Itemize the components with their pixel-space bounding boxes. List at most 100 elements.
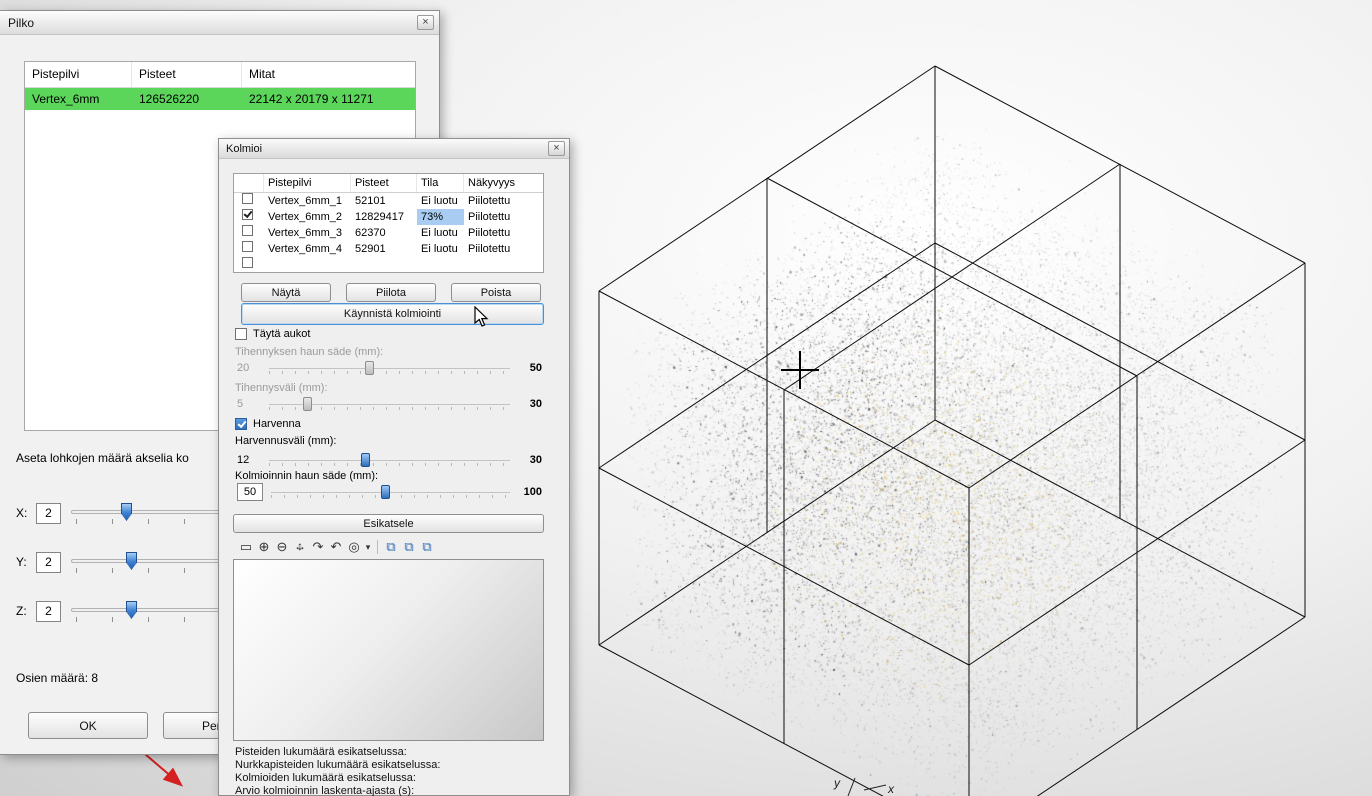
table-row[interactable]: Vertex_6mm_4 52901 Ei luotu Piilotettu — [234, 241, 543, 257]
triangulation-radius-label: Kolmioinnin haun säde (mm): — [235, 470, 378, 482]
cell-state: Ei luotu — [417, 193, 464, 209]
fill-holes-checkbox[interactable] — [235, 328, 247, 340]
column-header-checkbox[interactable] — [234, 174, 264, 192]
row-checkbox[interactable] — [242, 241, 253, 252]
slider-ticks — [269, 463, 510, 466]
zoom-out-icon[interactable]: ⊖ — [273, 539, 291, 555]
pan-icon[interactable]: ↔ ↕ — [291, 538, 309, 556]
parts-count-label: Osien määrä: 8 — [16, 671, 98, 685]
thin-checkbox-checked[interactable] — [235, 418, 247, 430]
slider-ticks — [269, 371, 510, 374]
select-rectangle-icon[interactable]: ▭ — [237, 539, 255, 555]
column-header-pisteet[interactable]: Pisteet — [351, 174, 417, 192]
toolbar-separator — [377, 540, 378, 554]
triangulation-preview-area[interactable] — [233, 559, 544, 741]
copy-view-icon[interactable]: ⧉ — [382, 539, 400, 555]
slider-max-value: 100 — [516, 486, 542, 498]
pilko-titlebar[interactable]: Pilko × — [0, 11, 439, 35]
row-checkbox[interactable] — [242, 257, 253, 268]
densify-spacing-slider-row: 5 30 — [237, 396, 542, 412]
slider-thumb[interactable] — [365, 361, 374, 375]
kolmioi-dialog: Kolmioi × Pistepilvi Pisteet Tila Näkyvy… — [218, 138, 570, 796]
stat-points-label: Pisteiden lukumäärä esikatselussa: — [235, 746, 440, 759]
pilko-title: Pilko — [8, 16, 34, 30]
kolmioi-point-cloud-table: Pistepilvi Pisteet Tila Näkyvyys Vertex_… — [233, 173, 544, 273]
cell-name: Vertex_6mm_2 — [264, 209, 351, 225]
column-header-pistepilvi[interactable]: Pistepilvi — [25, 62, 132, 87]
table-row-partial[interactable] — [234, 257, 543, 273]
ok-button[interactable]: OK — [28, 712, 148, 739]
cell-state: Ei luotu — [417, 225, 464, 241]
slider-line — [269, 368, 510, 369]
kolmioi-close-button[interactable]: × — [548, 141, 565, 156]
slider-max-value: 50 — [516, 362, 542, 374]
triangulation-radius-slider[interactable] — [271, 484, 510, 500]
table-row[interactable]: Vertex_6mm_3 62370 Ei luotu Piilotettu — [234, 225, 543, 241]
column-header-pistepilvi[interactable]: Pistepilvi — [264, 174, 351, 192]
cell-visibility: Piilotettu — [464, 241, 543, 257]
fill-holes-row: Täytä aukot — [235, 328, 310, 340]
show-button[interactable]: Näytä — [241, 283, 331, 302]
rotate-cw-icon[interactable]: ↷ — [309, 539, 327, 555]
cell-points: 62370 — [351, 225, 417, 241]
thin-spacing-slider[interactable] — [269, 452, 510, 468]
triangulation-radius-value-field[interactable]: 50 — [237, 483, 263, 501]
densify-radius-label: Tihennyksen haun säde (mm): — [235, 346, 383, 358]
densify-spacing-slider[interactable] — [269, 396, 510, 412]
cell-name: Vertex_6mm_1 — [264, 193, 351, 209]
hide-button[interactable]: Piilota — [346, 283, 436, 302]
z-axis-value-field[interactable]: 2 — [36, 601, 61, 622]
y-axis-value-field[interactable]: 2 — [36, 552, 61, 573]
slider-thumb[interactable] — [303, 397, 312, 411]
slider-min-value: 12 — [237, 454, 263, 466]
cell-state-progress: 73% — [417, 209, 464, 225]
cell-points: 12829417 — [351, 209, 417, 225]
pilko-table-header: Pistepilvi Pisteet Mitat — [25, 62, 415, 88]
start-triangulation-button[interactable]: Käynnistä kolmiointi — [241, 303, 544, 325]
slider-thumb[interactable] — [381, 485, 390, 499]
row-checkbox-checked[interactable] — [242, 209, 253, 220]
table-row-selected[interactable]: Vertex_6mm 126526220 22142 x 20179 x 112… — [25, 88, 415, 110]
rotate-ccw-icon[interactable]: ↶ — [327, 539, 345, 555]
fit-view-dropdown-icon[interactable]: ▾ — [363, 542, 373, 553]
column-header-pisteet[interactable]: Pisteet — [132, 62, 242, 87]
kolmioi-titlebar[interactable]: Kolmioi × — [219, 139, 569, 159]
stat-triangles-label: Kolmioiden lukumäärä esikatselussa: — [235, 772, 440, 785]
stat-time-estimate-label: Arvio kolmioinnin laskenta-ajasta (s): — [235, 785, 440, 796]
densify-radius-slider-row: 20 50 — [237, 360, 542, 376]
delete-button[interactable]: Poista — [451, 283, 541, 302]
slider-max-value: 30 — [516, 454, 542, 466]
copy-view-icon[interactable]: ⧉ — [418, 539, 436, 555]
column-header-mitat[interactable]: Mitat — [242, 62, 415, 87]
preview-button[interactable]: Esikatsele — [233, 514, 544, 533]
cell-pisteet: 126526220 — [132, 88, 242, 110]
cell-name: Vertex_6mm_3 — [264, 225, 351, 241]
triangulation-radius-slider-row: 50 100 — [237, 483, 542, 501]
thin-spacing-slider-row: 12 30 — [237, 452, 542, 468]
column-header-nakyvyys[interactable]: Näkyvyys — [464, 174, 543, 192]
column-header-tila[interactable]: Tila — [417, 174, 464, 192]
thin-row: Harvenna — [235, 418, 301, 430]
x-axis-value-field[interactable]: 2 — [36, 503, 61, 524]
slider-max-value: 30 — [516, 398, 542, 410]
table-row[interactable]: Vertex_6mm_2 12829417 73% Piilotettu — [234, 209, 543, 225]
preview-statistics: Pisteiden lukumäärä esikatselussa: Nurkk… — [235, 746, 440, 796]
cell-state: Ei luotu — [417, 241, 464, 257]
fit-view-icon[interactable]: ◎ — [345, 539, 363, 555]
cell-points: 52901 — [351, 241, 417, 257]
stat-corner-points-label: Nurkkapisteiden lukumäärä esikatselussa: — [235, 759, 440, 772]
table-row[interactable]: Vertex_6mm_1 52101 Ei luotu Piilotettu — [234, 193, 543, 209]
kolmioi-title: Kolmioi — [226, 143, 262, 155]
slider-thumb[interactable] — [361, 453, 370, 467]
copy-view-icon[interactable]: ⧉ — [400, 539, 418, 555]
cell-points: 52101 — [351, 193, 417, 209]
densify-radius-slider[interactable] — [269, 360, 510, 376]
pilko-close-button[interactable]: × — [417, 15, 434, 30]
zoom-in-icon[interactable]: ⊕ — [255, 539, 273, 555]
slider-line — [269, 460, 510, 461]
cell-name: Vertex_6mm_4 — [264, 241, 351, 257]
cell-pistepilvi: Vertex_6mm — [25, 88, 132, 110]
slider-min-value: 5 — [237, 398, 263, 410]
row-checkbox[interactable] — [242, 225, 253, 236]
row-checkbox[interactable] — [242, 193, 253, 204]
